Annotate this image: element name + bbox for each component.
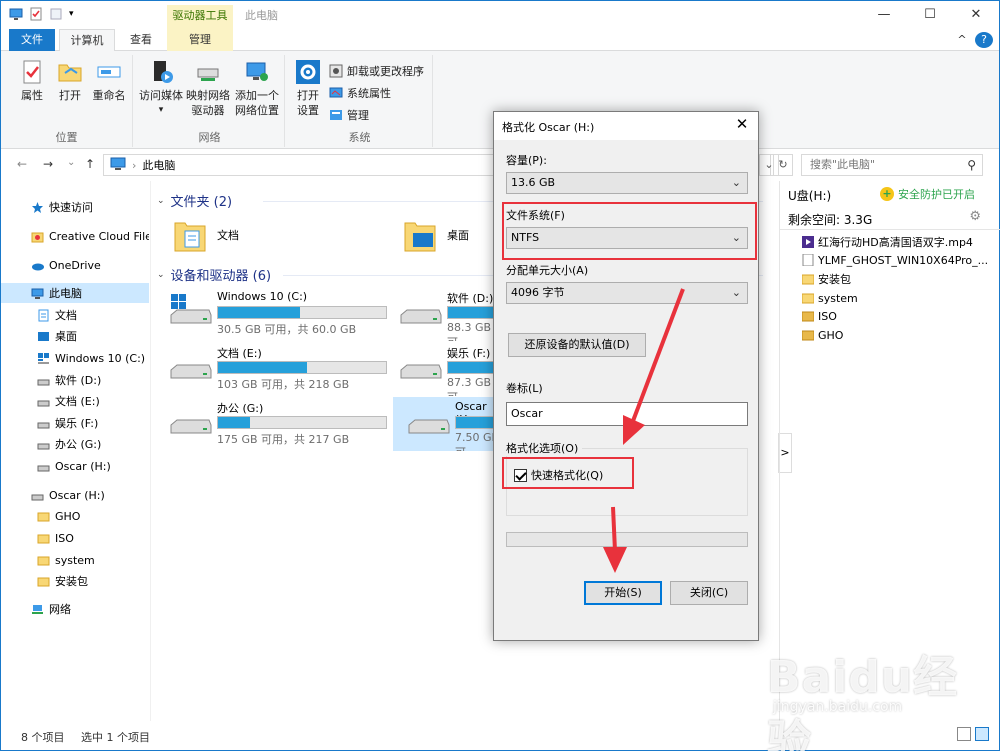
- explorer-window: ▾ 驱动器工具 此电脑 — ☐ ✕ 文件 计算机 查看 管理 ^ ? 属性 打开…: [0, 0, 1000, 751]
- format-options-label: 格式化选项(O): [506, 440, 583, 456]
- annotation-arrows: [603, 288, 685, 573]
- watermark-url: jingyan.baidu.com: [773, 699, 903, 715]
- watermark-logo: Baidu经验: [767, 652, 959, 751]
- annotation-arrow: [603, 506, 627, 573]
- annotation-arrow: [623, 288, 685, 445]
